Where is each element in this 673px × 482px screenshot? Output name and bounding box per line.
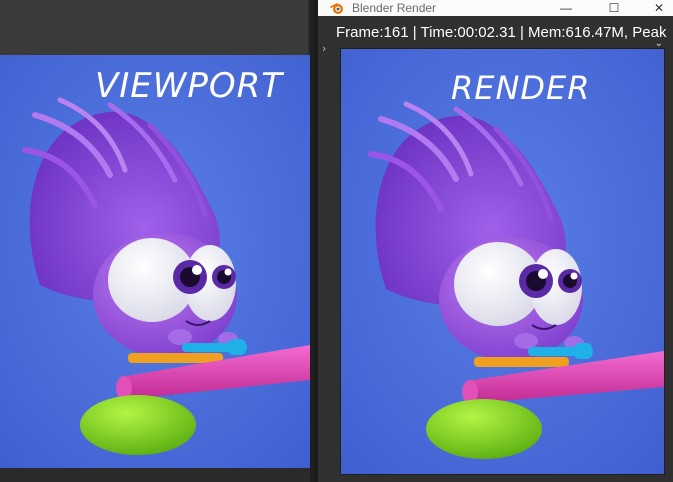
panel-divider[interactable] [310, 0, 314, 482]
viewport-header [0, 0, 308, 55]
maximize-icon: ☐ [608, 1, 620, 15]
render-scene-image: RENDER [341, 49, 664, 474]
close-icon: ✕ [653, 1, 665, 15]
render-window: Blender Render — ☐ ✕ Frame:161 | Time:00… [318, 0, 673, 482]
minimize-icon: — [560, 1, 572, 15]
viewport-annotation: VIEWPORT [95, 66, 284, 106]
render-stats-text: Frame:161 | Time:00:02.31 | Mem:616.47M,… [336, 24, 667, 41]
sidebar-toggle-icon[interactable]: › [322, 42, 326, 55]
viewport-canvas[interactable]: VIEWPORT [0, 55, 310, 468]
window-title: Blender Render [352, 1, 437, 15]
render-result-canvas[interactable]: RENDER [340, 48, 665, 475]
maximize-button[interactable]: ☐ [599, 0, 629, 16]
viewport-panel: VIEWPORT [0, 0, 314, 482]
close-button[interactable]: ✕ [644, 0, 673, 16]
green-blob [80, 395, 196, 455]
minimize-button[interactable]: — [551, 0, 581, 16]
window-title-bar[interactable]: Blender Render — ☐ ✕ [318, 0, 673, 16]
viewport-scene-image: VIEWPORT [0, 55, 310, 468]
viewport-footer [0, 468, 314, 482]
render-annotation: RENDER [451, 69, 590, 107]
render-stats-bar: Frame:161 | Time:00:02.31 | Mem:616.47M,… [318, 16, 673, 46]
chevron-down-icon[interactable]: ⌄ [655, 38, 663, 46]
blender-logo-icon [330, 3, 343, 14]
